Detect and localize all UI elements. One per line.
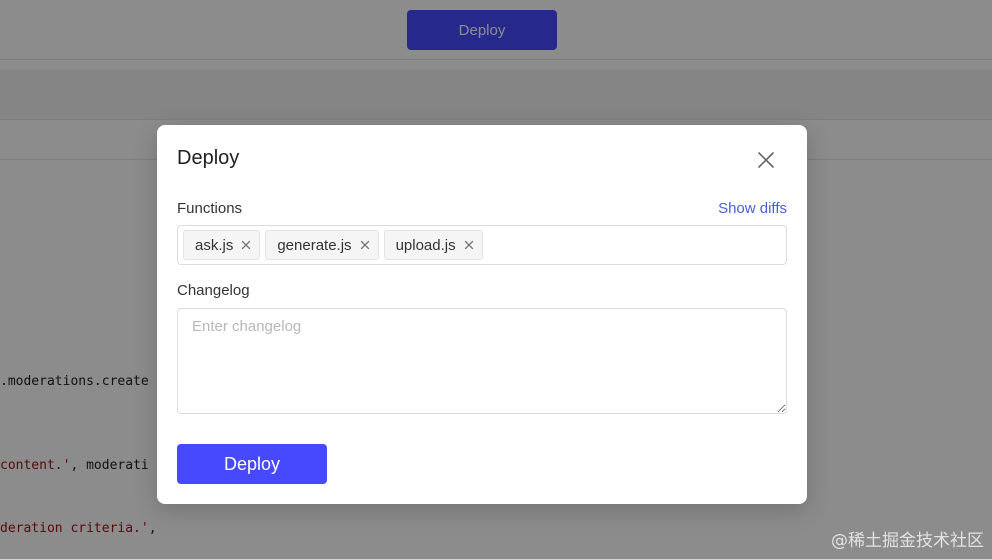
remove-tag-button[interactable]	[360, 240, 370, 250]
dialog-title: Deploy	[177, 147, 240, 169]
close-icon	[755, 149, 777, 171]
show-diffs-link[interactable]: Show diffs	[718, 200, 787, 217]
close-button[interactable]	[755, 149, 777, 171]
functions-label: Functions	[177, 200, 243, 217]
function-tag-label: ask.js	[195, 236, 234, 254]
function-tag: upload.js	[383, 230, 483, 260]
function-tag: ask.js	[183, 230, 261, 260]
function-tag-label: generate.js	[277, 236, 352, 254]
function-tag: generate.js	[265, 230, 379, 260]
deploy-button[interactable]: Deploy	[177, 444, 327, 484]
deploy-dialog: Deploy Functions Show diffs ask.js gener…	[157, 125, 807, 504]
changelog-textarea[interactable]	[177, 308, 787, 414]
function-tag-label: upload.js	[395, 236, 456, 254]
x-icon	[464, 240, 473, 250]
remove-tag-button[interactable]	[241, 240, 251, 250]
watermark: @稀土掘金技术社区	[831, 531, 984, 551]
functions-select[interactable]: ask.js generate.js upload.js	[177, 225, 787, 265]
x-icon	[360, 240, 369, 250]
changelog-label: Changelog	[177, 282, 250, 299]
x-icon	[242, 240, 251, 250]
remove-tag-button[interactable]	[464, 240, 474, 250]
